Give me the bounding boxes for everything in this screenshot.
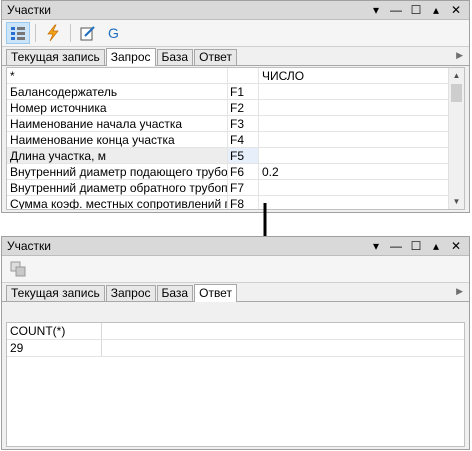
toolbar: G bbox=[2, 20, 469, 47]
header-value-cell: ЧИСЛО bbox=[262, 69, 305, 83]
row-name-cell: Длина участка, м bbox=[7, 148, 228, 163]
row-value-cell[interactable] bbox=[259, 132, 464, 147]
tab-answer[interactable]: Ответ bbox=[194, 284, 237, 302]
row-value-cell[interactable] bbox=[259, 148, 464, 163]
row-field-cell: F3 bbox=[228, 116, 259, 131]
result-value-cell[interactable]: 29 bbox=[7, 340, 102, 356]
row-field-cell: F1 bbox=[228, 84, 259, 99]
vertical-scrollbar[interactable]: ▲ ▼ bbox=[448, 68, 464, 209]
table-row[interactable]: Сумма коэф. местных сопротивлений п... F8 bbox=[7, 196, 464, 209]
row-value-cell[interactable]: 0.2 bbox=[259, 164, 464, 179]
table-row[interactable]: Балансодержатель F1 bbox=[7, 84, 464, 100]
g-icon[interactable]: G bbox=[102, 22, 126, 44]
edit-icon[interactable] bbox=[76, 22, 100, 44]
row-field-cell: F7 bbox=[228, 180, 259, 195]
maximize-icon[interactable]: ☐ bbox=[409, 239, 423, 253]
row-name-cell: Балансодержатель bbox=[7, 84, 228, 99]
row-field-cell: F8 bbox=[228, 196, 259, 209]
tab-query[interactable]: Запрос bbox=[105, 285, 156, 301]
execute-lightning-icon[interactable] bbox=[41, 22, 65, 44]
row-value-cell[interactable] bbox=[259, 196, 464, 209]
tab-base[interactable]: База bbox=[156, 285, 194, 301]
result-row[interactable]: 29 bbox=[7, 340, 464, 357]
header-name-cell: * bbox=[7, 68, 228, 83]
tab-query[interactable]: Запрос bbox=[105, 48, 156, 66]
window-title: Участки bbox=[7, 3, 51, 17]
toolbar bbox=[2, 256, 469, 283]
toolbar-separator bbox=[70, 24, 71, 42]
tab-current-record[interactable]: Текущая запись bbox=[6, 49, 105, 65]
row-name-cell: Сумма коэф. местных сопротивлений п... bbox=[7, 196, 228, 209]
row-field-cell: F5 bbox=[228, 148, 259, 163]
field-list-icon[interactable] bbox=[6, 22, 30, 44]
result-header-cell: COUNT(*) bbox=[7, 323, 102, 339]
table-row[interactable]: Наименование конца участка F4 bbox=[7, 132, 464, 148]
result-header-row: COUNT(*) bbox=[7, 323, 464, 340]
row-field-cell: F6 bbox=[228, 164, 259, 179]
export-icon[interactable] bbox=[6, 258, 30, 280]
close-icon[interactable]: ✕ bbox=[449, 3, 463, 17]
close-icon[interactable]: ✕ bbox=[449, 239, 463, 253]
table-row[interactable]: Внутренний диаметр обратного трубопр... F… bbox=[7, 180, 464, 196]
row-value-cell[interactable] bbox=[259, 84, 464, 99]
scroll-up-icon[interactable]: ▲ bbox=[449, 68, 464, 83]
title-bar: Участки ▾ ― ☐ ▴ ✕ bbox=[2, 237, 469, 256]
svg-text:G: G bbox=[108, 25, 119, 41]
scroll-down-icon[interactable]: ▼ bbox=[449, 194, 464, 209]
tab-answer[interactable]: Ответ bbox=[194, 49, 237, 65]
tab-strip: Текущая запись Запрос База Ответ ▶ bbox=[2, 283, 469, 302]
row-name-cell: Наименование конца участка bbox=[7, 132, 228, 147]
grid-header-row: * ЧИСЛО bbox=[7, 68, 464, 84]
tab-scroll-right-icon[interactable]: ▶ bbox=[456, 50, 463, 61]
scroll-thumb[interactable] bbox=[451, 84, 462, 102]
collapse-icon[interactable]: ▴ bbox=[429, 239, 443, 253]
tab-strip: Текущая запись Запрос База Ответ ▶ bbox=[2, 47, 469, 66]
row-value-cell[interactable] bbox=[259, 116, 464, 131]
tab-scroll-right-icon[interactable]: ▶ bbox=[456, 286, 463, 297]
title-bar: Участки ▾ ― ☐ ▴ ✕ bbox=[2, 1, 469, 20]
row-value-cell[interactable] bbox=[259, 180, 464, 195]
dropdown-icon[interactable]: ▾ bbox=[369, 3, 383, 17]
minimize-icon[interactable]: ― bbox=[389, 239, 403, 253]
row-name-cell: Внутренний диаметр подающего трубоп... bbox=[7, 164, 228, 179]
collapse-icon[interactable]: ▴ bbox=[429, 3, 443, 17]
row-name-cell: Номер источника bbox=[7, 100, 228, 115]
table-row[interactable]: Номер источника F2 bbox=[7, 100, 464, 116]
row-name-cell: Наименование начала участка bbox=[7, 116, 228, 131]
table-row[interactable]: Длина участка, м F5 bbox=[7, 148, 464, 164]
tab-current-record[interactable]: Текущая запись bbox=[6, 285, 105, 301]
result-panel: Участки ▾ ― ☐ ▴ ✕ Текущая запись Запрос … bbox=[1, 236, 470, 450]
dropdown-icon[interactable]: ▾ bbox=[369, 239, 383, 253]
maximize-icon[interactable]: ☐ bbox=[409, 3, 423, 17]
tab-base[interactable]: База bbox=[156, 49, 194, 65]
query-panel: Участки ▾ ― ☐ ▴ ✕ G Текущая запись Запро… bbox=[1, 0, 470, 213]
window-title: Участки bbox=[7, 239, 51, 253]
row-name-cell: Внутренний диаметр обратного трубопр... bbox=[7, 180, 228, 195]
row-field-cell: F2 bbox=[228, 100, 259, 115]
minimize-icon[interactable]: ― bbox=[389, 3, 403, 17]
query-grid: * ЧИСЛО Балансодержатель F1 Номер источник… bbox=[6, 67, 465, 210]
result-grid: COUNT(*) 29 bbox=[6, 322, 465, 447]
row-field-cell: F4 bbox=[228, 132, 259, 147]
table-row[interactable]: Внутренний диаметр подающего трубоп... F6… bbox=[7, 164, 464, 180]
header-field-cell bbox=[228, 68, 259, 83]
row-value-cell[interactable] bbox=[259, 100, 464, 115]
toolbar-separator bbox=[35, 24, 36, 42]
table-row[interactable]: Наименование начала участка F3 bbox=[7, 116, 464, 132]
